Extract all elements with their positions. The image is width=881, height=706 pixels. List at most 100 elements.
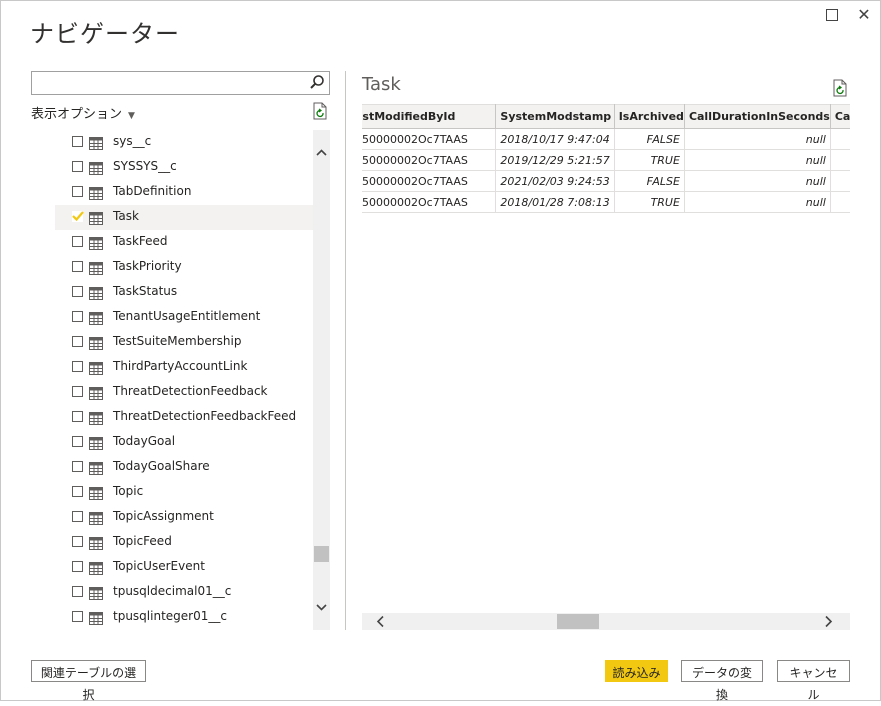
scroll-thumb[interactable] [314, 546, 329, 562]
panel-divider [345, 71, 346, 630]
tree-vertical-scrollbar[interactable] [313, 130, 330, 630]
table-cell [830, 170, 850, 192]
tree-item-label: TenantUsageEntitlement [113, 309, 261, 323]
column-header[interactable]: LastModifiedById [362, 104, 497, 129]
tree-item[interactable]: SYSSYS__c [55, 155, 313, 180]
checked-checkbox[interactable] [72, 211, 84, 222]
load-button[interactable]: 読み込み [605, 660, 668, 682]
column-header[interactable]: CallDurationInSeconds [684, 104, 831, 129]
checkbox[interactable] [72, 561, 83, 572]
checkbox[interactable] [72, 536, 83, 547]
table-cell: 0050000002Oc7TAAS [362, 128, 497, 150]
table-cell: 0050000002Oc7TAAS [362, 149, 497, 171]
tree-item[interactable]: tpusqlinteger01__c [55, 605, 313, 630]
search-icon[interactable] [309, 74, 325, 90]
checkbox[interactable] [72, 411, 83, 422]
scroll-up-icon[interactable] [313, 144, 330, 161]
checkbox[interactable] [72, 286, 83, 297]
tree-item[interactable]: TodayGoal [55, 430, 313, 455]
checkbox[interactable] [72, 336, 83, 347]
table-cell [830, 149, 850, 171]
transform-data-button[interactable]: データの変換 [681, 660, 763, 702]
tree-item[interactable]: ThreatDetectionFeedbackFeed [55, 405, 313, 430]
checkbox[interactable] [72, 511, 83, 522]
maximize-icon[interactable] [820, 4, 844, 26]
table-icon [89, 185, 103, 200]
tree-item[interactable]: tpusqldecimal01__c [55, 580, 313, 605]
select-related-tables-button[interactable]: 関連テーブルの選択 [31, 660, 146, 702]
checkbox[interactable] [72, 261, 83, 272]
tree-item-label: Task [113, 209, 139, 223]
scroll-left-icon[interactable] [372, 613, 389, 630]
checkbox[interactable] [72, 361, 83, 372]
checkbox[interactable] [72, 586, 83, 597]
tree-item-label: ThreatDetectionFeedback [113, 384, 268, 398]
table-icon [89, 585, 103, 600]
search-input[interactable] [32, 73, 310, 93]
table-cell: 2019/12/29 5:21:57 [495, 149, 615, 171]
tree-item-label: TopicUserEvent [113, 559, 205, 573]
tree-item[interactable]: TabDefinition [55, 180, 313, 205]
table-tree-list: sys__c SYSSYS__c TabDefinition Task TaskFeed… [55, 130, 313, 630]
table-icon [89, 260, 103, 275]
checkbox[interactable] [72, 611, 83, 622]
tree-item[interactable]: TaskFeed [55, 230, 313, 255]
tree-item[interactable]: TestSuiteMembership [55, 330, 313, 355]
display-options-dropdown[interactable]: 表示オプション ▼ [31, 103, 135, 122]
table-cell: TRUE [614, 149, 685, 171]
tree-item-label: SYSSYS__c [113, 159, 177, 173]
table-row: 0050000002Oc7TAAS 2018/10/17 9:47:04 FAL… [362, 128, 850, 150]
column-header[interactable]: IsArchived [614, 104, 685, 129]
column-header[interactable]: SystemModstamp [495, 104, 615, 129]
tree-item[interactable]: Topic [55, 480, 313, 505]
tree-item[interactable]: sys__c [55, 130, 313, 155]
tree-item-label: TopicFeed [113, 534, 172, 548]
chevron-down-icon: ▼ [128, 111, 135, 121]
table-icon [89, 160, 103, 175]
table-icon [89, 435, 103, 450]
table-cell: 2021/02/03 9:24:53 [495, 170, 615, 192]
scroll-right-icon[interactable] [820, 613, 837, 630]
tree-item-label: Topic [113, 484, 144, 498]
table-icon [89, 410, 103, 425]
tree-item[interactable]: TopicFeed [55, 530, 313, 555]
cancel-button[interactable]: キャンセル [777, 660, 850, 702]
tree-item[interactable]: ThirdPartyAccountLink [55, 355, 313, 380]
tree-item[interactable]: TodayGoalShare [55, 455, 313, 480]
tree-item[interactable]: TaskPriority [55, 255, 313, 280]
close-icon[interactable]: ✕ [852, 4, 876, 26]
refresh-document-icon[interactable] [312, 102, 328, 120]
table-cell [830, 191, 850, 213]
table-icon [89, 485, 103, 500]
checkbox[interactable] [72, 461, 83, 472]
preview-horizontal-scrollbar[interactable] [362, 613, 850, 630]
column-header[interactable]: CallType [830, 104, 850, 129]
refresh-document-icon[interactable] [832, 79, 848, 97]
tree-item[interactable]: TopicAssignment [55, 505, 313, 530]
scroll-thumb[interactable] [557, 614, 599, 629]
checkbox[interactable] [72, 311, 83, 322]
checkbox[interactable] [72, 386, 83, 397]
tree-item[interactable]: TenantUsageEntitlement [55, 305, 313, 330]
table-icon [89, 235, 103, 250]
tree-item-label: sys__c [113, 134, 152, 148]
preview-title: Task [362, 74, 401, 95]
checkbox[interactable] [72, 236, 83, 247]
tree-item[interactable]: TaskStatus [55, 280, 313, 305]
checkbox[interactable] [72, 486, 83, 497]
tree-item[interactable]: TopicUserEvent [55, 555, 313, 580]
tree-item-label: ThirdPartyAccountLink [113, 359, 248, 373]
table-cell [830, 128, 850, 150]
scroll-down-icon[interactable] [313, 599, 330, 616]
checkbox[interactable] [72, 436, 83, 447]
table-icon [89, 560, 103, 575]
preview-table-wrapper: LastModifiedById SystemModstamp IsArchiv… [362, 104, 850, 214]
tree-item-label: ThreatDetectionFeedbackFeed [113, 409, 297, 423]
tree-item[interactable]: Task [55, 205, 313, 230]
checkbox[interactable] [72, 136, 83, 147]
checkbox[interactable] [72, 161, 83, 172]
checkbox[interactable] [72, 186, 83, 197]
table-row: 0050000002Oc7TAAS 2018/01/28 7:08:13 TRU… [362, 191, 850, 213]
preview-table: LastModifiedById SystemModstamp IsArchiv… [362, 104, 850, 213]
tree-item[interactable]: ThreatDetectionFeedback [55, 380, 313, 405]
